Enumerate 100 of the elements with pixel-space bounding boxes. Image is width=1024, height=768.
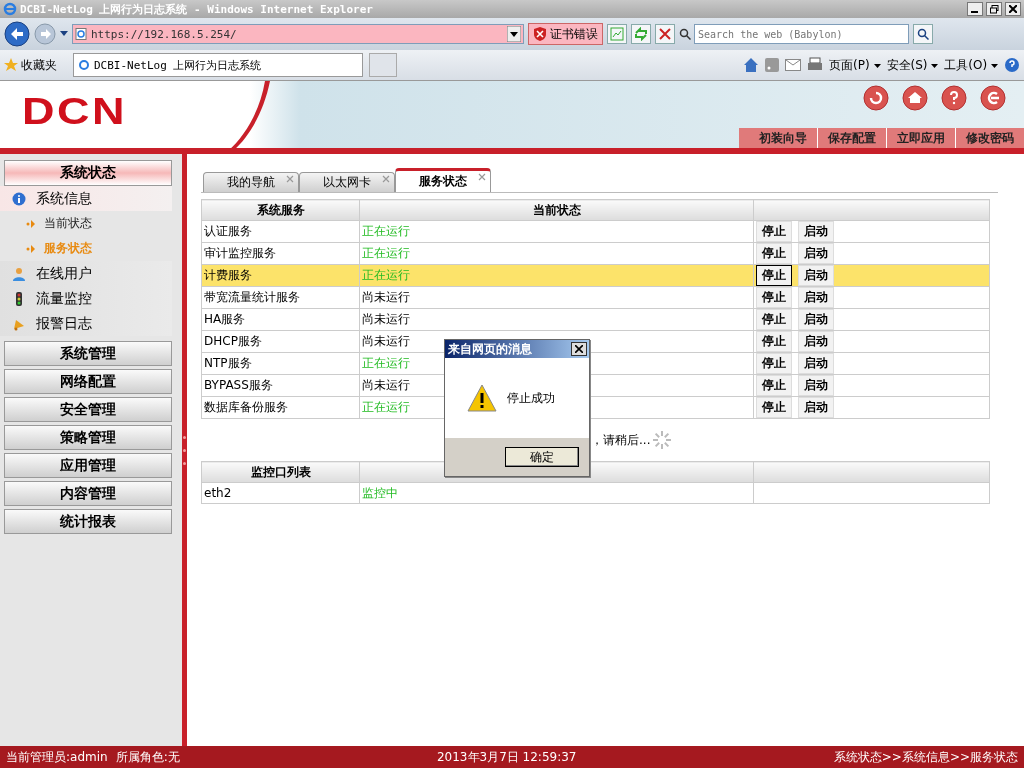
minimize-button[interactable] bbox=[967, 2, 983, 16]
action-button[interactable]: 停止 bbox=[756, 265, 792, 286]
spinner-icon bbox=[652, 430, 673, 450]
ie-logo-icon bbox=[78, 59, 90, 71]
logout-icon[interactable] bbox=[980, 85, 1006, 111]
action-button[interactable]: 启动 bbox=[798, 287, 834, 308]
action-button[interactable]: 停止 bbox=[756, 331, 792, 352]
action-button[interactable]: 停止 bbox=[756, 353, 792, 374]
action-button[interactable]: 停止 bbox=[756, 221, 792, 242]
sidebar-section-button[interactable]: 策略管理 bbox=[4, 425, 172, 450]
home-icon[interactable] bbox=[902, 85, 928, 111]
caret-icon bbox=[991, 63, 998, 69]
table-cell: BYPASS服务 bbox=[201, 374, 360, 397]
header-link[interactable]: 保存配置 bbox=[817, 128, 886, 148]
sidebar-section-button[interactable]: 网络配置 bbox=[4, 369, 172, 394]
arrow-bullet-icon bbox=[26, 218, 36, 229]
table-cell: 认证服务 bbox=[201, 220, 360, 243]
sidebar-section-header[interactable]: 系统状态 bbox=[4, 160, 172, 186]
close-button[interactable] bbox=[1005, 2, 1021, 16]
action-button[interactable]: 停止 bbox=[756, 243, 792, 264]
action-button[interactable]: 启动 bbox=[798, 243, 834, 264]
caret-icon bbox=[873, 63, 881, 69]
dropdown-icon[interactable] bbox=[60, 31, 68, 37]
action-button[interactable]: 启动 bbox=[798, 309, 834, 330]
dropdown-icon[interactable] bbox=[507, 26, 521, 42]
refresh-icon bbox=[634, 27, 648, 41]
browser-tab[interactable]: DCBI-NetLog 上网行为日志系统 bbox=[73, 53, 363, 77]
action-button[interactable]: 启动 bbox=[798, 375, 834, 396]
table-cell: 计费服务 bbox=[201, 264, 360, 287]
table-cell: 监控中 bbox=[359, 482, 754, 504]
search-field[interactable]: Search the web (Babylon) bbox=[694, 24, 909, 44]
sidebar-section-button[interactable]: 内容管理 bbox=[4, 481, 172, 506]
page-icon bbox=[75, 28, 87, 40]
logo: DCN bbox=[22, 91, 127, 131]
tab[interactable]: 我的导航 bbox=[203, 172, 299, 192]
ie-logo-icon bbox=[3, 2, 17, 16]
refresh-button[interactable] bbox=[631, 24, 651, 44]
restore-button[interactable] bbox=[986, 2, 1002, 16]
stop-button[interactable] bbox=[655, 24, 675, 44]
table-cell: 正在运行 bbox=[359, 220, 754, 243]
sidebar-section-button[interactable]: 系统管理 bbox=[4, 341, 172, 366]
sidebar-section-button[interactable]: 安全管理 bbox=[4, 397, 172, 422]
action-button[interactable]: 停止 bbox=[756, 375, 792, 396]
help-icon[interactable] bbox=[941, 85, 967, 111]
user-icon bbox=[12, 266, 26, 281]
toolbar-menu[interactable]: 页面(P) bbox=[829, 56, 881, 74]
action-button[interactable]: 停止 bbox=[756, 287, 792, 308]
table-cell: 正在运行 bbox=[359, 242, 754, 265]
restore-icon bbox=[989, 4, 999, 14]
column-header: 系统服务 bbox=[201, 199, 360, 221]
shield-icon bbox=[533, 27, 547, 41]
home-icon[interactable] bbox=[743, 57, 760, 73]
splitter-handle[interactable] bbox=[182, 154, 187, 746]
tab[interactable]: 以太网卡 bbox=[299, 172, 395, 192]
sidebar-section-button[interactable]: 统计报表 bbox=[4, 509, 172, 534]
address-field[interactable]: https://192.168.5.254/ bbox=[72, 24, 524, 44]
sidebar-item[interactable]: 流量监控 bbox=[0, 286, 172, 311]
sidebar-item[interactable]: 报警日志 bbox=[0, 311, 172, 336]
sidebar-item[interactable]: 在线用户 bbox=[0, 261, 172, 286]
table-cell: eth2 bbox=[201, 482, 360, 504]
header-link[interactable]: 初装向导 bbox=[749, 128, 817, 148]
sidebar-subitem[interactable]: 当前状态 bbox=[0, 211, 182, 236]
help-icon[interactable] bbox=[1004, 57, 1020, 73]
sidebar-section-button[interactable]: 应用管理 bbox=[4, 453, 172, 478]
mail-icon[interactable] bbox=[785, 59, 802, 71]
star-icon bbox=[4, 58, 18, 72]
back-button[interactable] bbox=[4, 21, 30, 47]
close-icon bbox=[659, 28, 671, 40]
admin-text: 当前管理员:admin bbox=[6, 749, 108, 766]
caret-icon bbox=[931, 63, 939, 69]
action-button[interactable]: 停止 bbox=[756, 309, 792, 330]
sidebar-item[interactable]: 系统信息 bbox=[0, 186, 172, 211]
chart-icon bbox=[610, 27, 624, 41]
toolbar-menu[interactable]: 安全(S) bbox=[886, 56, 939, 74]
action-button[interactable]: 启动 bbox=[798, 221, 834, 242]
toolbar-menu[interactable]: 工具(O) bbox=[944, 56, 998, 74]
table-cell: DHCP服务 bbox=[201, 330, 360, 353]
column-header: 监控口列表 bbox=[201, 461, 360, 483]
printer-icon[interactable] bbox=[807, 57, 824, 73]
action-button[interactable]: 停止 bbox=[756, 397, 792, 418]
table-cell: 尚未运行 bbox=[359, 286, 754, 309]
refresh-icon[interactable] bbox=[863, 85, 889, 111]
action-button[interactable]: 启动 bbox=[798, 353, 834, 374]
datetime-text: 2013年3月7日 12:59:37 bbox=[436, 750, 577, 764]
search-button[interactable] bbox=[913, 24, 933, 44]
table-cell: 数据库备份服务 bbox=[201, 396, 360, 419]
action-button[interactable]: 启动 bbox=[798, 397, 834, 418]
favorites-button[interactable]: 收藏夹 bbox=[4, 56, 57, 74]
header-link[interactable]: 修改密码 bbox=[955, 128, 1024, 148]
header-link[interactable]: 立即应用 bbox=[886, 128, 955, 148]
tab[interactable]: 服务状态 bbox=[395, 168, 491, 192]
action-button[interactable]: 启动 bbox=[798, 331, 834, 352]
action-button[interactable]: 启动 bbox=[798, 265, 834, 286]
close-button[interactable] bbox=[571, 342, 587, 356]
close-icon bbox=[575, 345, 583, 353]
close-icon bbox=[1009, 5, 1017, 13]
certificate-error-button[interactable]: 证书错误 bbox=[528, 23, 603, 45]
ok-button[interactable]: 确定 bbox=[505, 447, 579, 467]
close-icon[interactable] bbox=[478, 173, 486, 181]
arrow-bullet-icon bbox=[26, 243, 36, 254]
